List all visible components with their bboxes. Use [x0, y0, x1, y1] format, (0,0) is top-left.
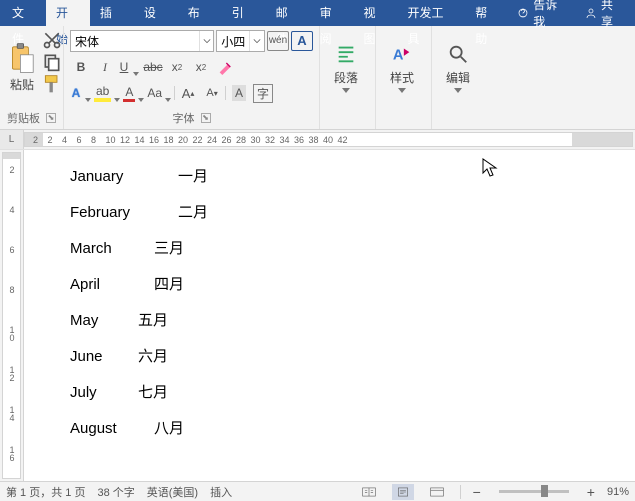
bold-button[interactable]: B: [70, 56, 92, 78]
month-cn: 八月: [154, 420, 184, 438]
strikethrough-button[interactable]: abc: [142, 56, 164, 78]
document-content[interactable]: January一月February二月March三月April四月May五月Ju…: [24, 150, 635, 438]
ribbon: 粘贴 剪贴板⬊ wén A B I U abc: [0, 26, 635, 130]
status-bar: 第 1 页，共 1 页 38 个字 英语(美国) 插入 − + 91%: [0, 481, 635, 501]
tab-selector[interactable]: L: [0, 130, 24, 149]
vertical-ruler[interactable]: 246810121416: [2, 152, 21, 479]
font-color-button[interactable]: A: [123, 82, 145, 104]
superscript-button[interactable]: x2: [190, 56, 212, 78]
print-layout-button[interactable]: [392, 484, 414, 500]
view-tab[interactable]: 视图: [354, 0, 398, 26]
paragraph-button[interactable]: 段落: [324, 28, 368, 104]
page-indicator[interactable]: 第 1 页，共 1 页: [6, 484, 85, 500]
month-cn: 二月: [178, 204, 208, 222]
font-group: wén A B I U abc x2 x2 A ab A Aa A▴ A▾: [64, 26, 320, 129]
clear-formatting-button[interactable]: [214, 56, 236, 78]
month-en: March: [70, 240, 154, 258]
mailings-tab[interactable]: 邮件: [266, 0, 310, 26]
highlight-button[interactable]: ab: [94, 82, 121, 104]
vertical-ruler-container: 246810121416: [0, 150, 24, 481]
phonetic-guide-button[interactable]: wén: [267, 31, 289, 51]
insert-mode[interactable]: 插入: [210, 484, 232, 500]
zoom-level[interactable]: 91%: [607, 486, 629, 498]
copy-button[interactable]: [42, 52, 62, 72]
word-count[interactable]: 38 个字: [97, 484, 134, 500]
month-en: June: [70, 348, 138, 366]
paragraph-group: 段落: [320, 26, 376, 129]
web-layout-button[interactable]: [426, 484, 448, 500]
month-en: July: [70, 384, 138, 402]
month-row[interactable]: January一月: [70, 168, 635, 186]
month-row[interactable]: July七月: [70, 384, 635, 402]
insert-tab[interactable]: 插入: [90, 0, 134, 26]
design-tab[interactable]: 设计: [134, 0, 178, 26]
zoom-slider[interactable]: [499, 490, 569, 493]
devtools-tab[interactable]: 开发工具: [397, 0, 465, 26]
read-mode-button[interactable]: [358, 484, 380, 500]
document-area: 246810121416 January一月February二月March三月A…: [0, 150, 635, 481]
editing-button[interactable]: 编辑: [436, 28, 480, 104]
month-row[interactable]: April四月: [70, 276, 635, 294]
clipboard-group: 粘贴 剪贴板⬊: [0, 26, 64, 129]
month-cn: 七月: [138, 384, 168, 402]
file-tab[interactable]: 文件: [2, 0, 46, 26]
share-button[interactable]: 共享: [577, 0, 633, 26]
styles-button[interactable]: A 样式: [380, 28, 424, 104]
month-en: January: [70, 168, 178, 186]
font-launcher[interactable]: ⬊: [201, 113, 211, 123]
font-name-input[interactable]: [71, 31, 199, 51]
clipboard-launcher[interactable]: ⬊: [46, 113, 56, 123]
underline-button[interactable]: U: [118, 56, 140, 78]
month-en: April: [70, 276, 154, 294]
svg-text:A: A: [393, 48, 404, 64]
month-cn: 五月: [138, 312, 168, 330]
month-cn: 六月: [138, 348, 168, 366]
font-size-combo[interactable]: [216, 30, 265, 52]
month-cn: 四月: [154, 276, 184, 294]
italic-button[interactable]: I: [94, 56, 116, 78]
month-en: February: [70, 204, 178, 222]
month-cn: 一月: [178, 168, 208, 186]
month-en: May: [70, 312, 138, 330]
font-size-input[interactable]: [217, 31, 249, 51]
home-tab[interactable]: 开始: [46, 0, 90, 26]
help-tab[interactable]: 帮助: [465, 0, 509, 26]
zoom-out-button[interactable]: −: [473, 484, 481, 500]
grow-font-button[interactable]: A▴: [177, 82, 199, 104]
language-indicator[interactable]: 英语(美国): [147, 484, 198, 500]
horizontal-ruler[interactable]: 224681012141618202224262830323436384042: [24, 132, 633, 147]
styles-group: A 样式: [376, 26, 432, 129]
editing-group: 编辑: [432, 26, 488, 129]
references-tab[interactable]: 引用: [222, 0, 266, 26]
shrink-font-button[interactable]: A▾: [201, 82, 223, 104]
month-en: August: [70, 420, 154, 438]
change-case-button[interactable]: Aa: [147, 82, 172, 104]
month-row[interactable]: May五月: [70, 312, 635, 330]
cut-button[interactable]: [42, 30, 62, 50]
character-shading-button[interactable]: 字: [252, 82, 274, 104]
layout-tab[interactable]: 布局: [178, 0, 222, 26]
zoom-in-button[interactable]: +: [587, 484, 595, 500]
menu-bar: 文件 开始 插入 设计 布局 引用 邮件 审阅 视图 开发工具 帮助 告诉我 共…: [0, 0, 635, 26]
month-row[interactable]: March三月: [70, 240, 635, 258]
format-painter-button[interactable]: [42, 74, 62, 94]
tell-me[interactable]: 告诉我: [509, 0, 577, 26]
paste-button[interactable]: 粘贴: [4, 40, 40, 96]
document-page[interactable]: January一月February二月March三月April四月May五月Ju…: [24, 150, 635, 481]
month-row[interactable]: February二月: [70, 204, 635, 222]
month-cn: 三月: [154, 240, 184, 258]
month-row[interactable]: June六月: [70, 348, 635, 366]
text-effects-button[interactable]: A: [70, 82, 92, 104]
character-border-button[interactable]: A: [291, 31, 313, 51]
subscript-button[interactable]: x2: [166, 56, 188, 78]
enclose-characters-button[interactable]: A: [228, 82, 250, 104]
month-row[interactable]: August八月: [70, 420, 635, 438]
ruler-row: L 22468101214161820222426283032343638404…: [0, 130, 635, 150]
review-tab[interactable]: 审阅: [310, 0, 354, 26]
font-name-combo[interactable]: [70, 30, 214, 52]
